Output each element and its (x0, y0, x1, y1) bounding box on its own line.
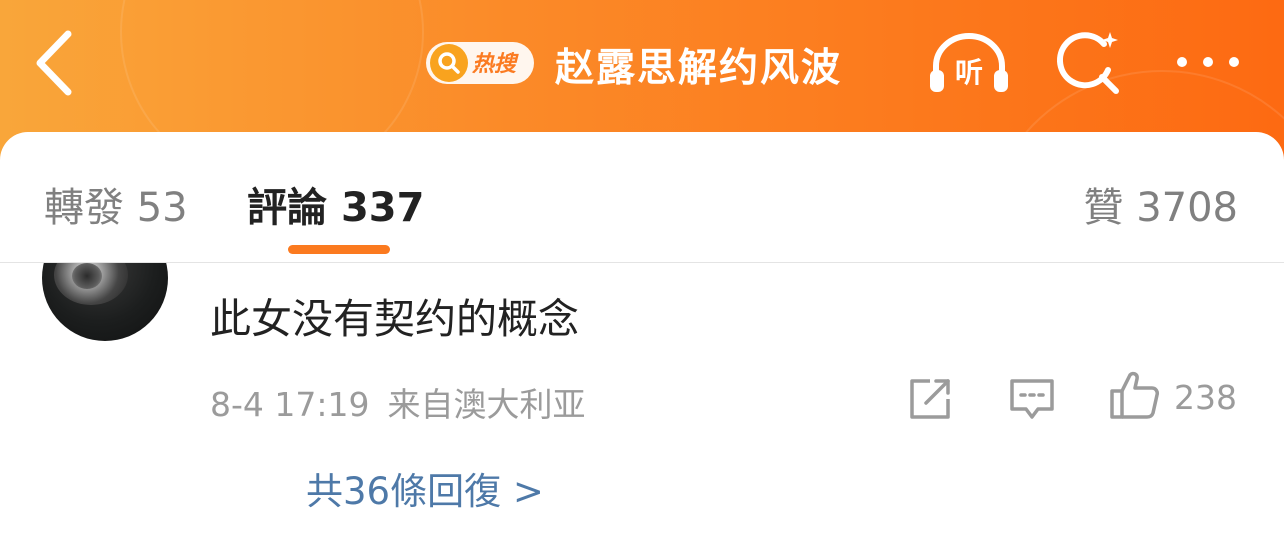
listen-button[interactable]: 听 (928, 30, 1010, 94)
thumbs-up-icon[interactable] (1108, 369, 1160, 421)
listen-label: 听 (955, 56, 983, 89)
headphones-icon: 听 (930, 33, 1008, 92)
tab-indicator (288, 245, 390, 254)
comment-location: 来自澳大利亚 (387, 385, 586, 424)
share-icon[interactable] (906, 375, 954, 423)
hot-search-badge[interactable]: 热搜 (422, 34, 538, 88)
camera-lens-center (72, 263, 102, 289)
comment-time: 8-4 17:19 (210, 385, 370, 424)
avatar[interactable] (42, 263, 168, 341)
page-title: 赵露思解约风波 (555, 46, 843, 91)
tab-count: 337 (340, 185, 425, 231)
tab-count: 3708 (1136, 185, 1238, 231)
back-icon[interactable] (30, 28, 80, 98)
view-replies-link[interactable]: 共36條回復 > (306, 461, 544, 515)
comment-icon[interactable] (1008, 375, 1056, 423)
tab-label: 贊 (1083, 185, 1124, 231)
comment-meta: 8-4 17:19 来自澳大利亚 (210, 378, 586, 426)
tab-label: 轉發 (44, 185, 124, 231)
tab-comments[interactable]: 評論 337 (247, 175, 424, 233)
tab-count: 53 (136, 185, 188, 231)
comment-item: 此女没有契约的概念 8-4 17:19 来自澳大利亚 238 共36條回復 > (0, 263, 1284, 533)
comment-text: 此女没有契约的概念 (210, 295, 579, 343)
more-icon[interactable] (1172, 50, 1244, 74)
tab-label: 評論 (247, 185, 327, 231)
tab-likes[interactable]: 贊 3708 (1083, 175, 1238, 233)
search-icon (438, 52, 460, 74)
tab-reposts[interactable]: 轉發 53 (44, 175, 188, 233)
like-count: 238 (1174, 378, 1237, 417)
hot-badge-label: 热搜 (472, 52, 517, 77)
search-icon[interactable] (1056, 30, 1122, 96)
